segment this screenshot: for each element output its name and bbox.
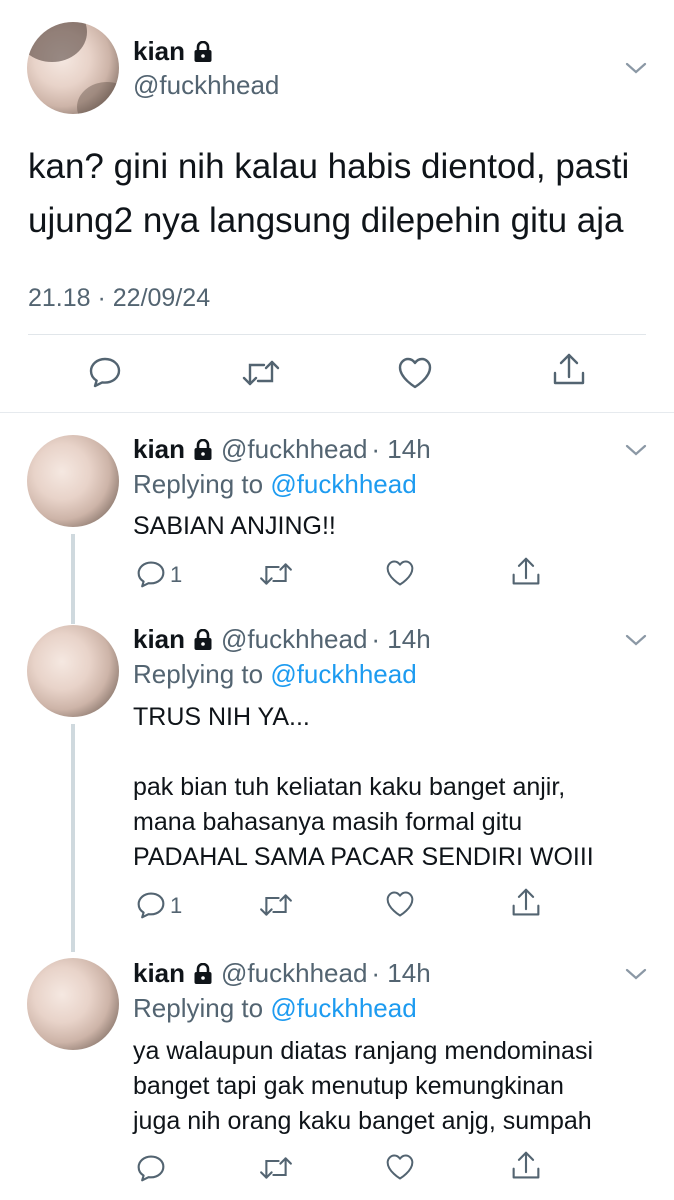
tweet-text-line: banget tapi gak menutup kemungkinan (133, 1072, 564, 1100)
reply-tweet[interactable]: kian @fuckhhead · 14h Replying to @fuckh… (0, 412, 674, 624)
tweet-text-line: PADAHAL SAMA PACAR SENDIRI WOIII (133, 843, 594, 871)
replying-to-prefix: Replying to (133, 469, 271, 499)
tweet-text: kan? gini nih kalau habis dientod, pasti… (28, 140, 658, 248)
avatar[interactable] (27, 625, 119, 717)
tweet-text: ya walaupun diatas ranjang mendominasi b… (133, 1034, 653, 1139)
like-icon[interactable] (385, 890, 415, 918)
divider (28, 334, 646, 335)
tweet-text-line (133, 735, 653, 770)
author-handle[interactable]: @fuckhhead (221, 624, 367, 655)
lock-icon (194, 438, 212, 460)
tweet-text-line: juga nih orang kaku banget anjg, sumpah (133, 1107, 592, 1135)
share-icon[interactable] (511, 887, 541, 919)
reply-icon[interactable] (136, 890, 166, 920)
tweet-text-line: ya walaupun diatas ranjang mendominasi (133, 1037, 594, 1065)
replying-to: Replying to @fuckhhead (133, 993, 417, 1024)
author-name-text: kian (133, 36, 186, 66)
thread-line (71, 724, 75, 952)
retweet-icon[interactable] (242, 357, 280, 389)
reply-time[interactable]: · 14h (371, 624, 430, 655)
reply-icon[interactable] (136, 559, 166, 589)
author-handle[interactable]: @fuckhhead (133, 70, 279, 101)
tweet-text-line: kan? gini nih kalau habis dientod, pasti (28, 147, 630, 186)
retweet-icon[interactable] (259, 891, 293, 919)
reply-count: 1 (170, 893, 183, 918)
like-icon[interactable] (397, 356, 433, 390)
like-icon[interactable] (385, 1153, 415, 1181)
reply-header: kian @fuckhhead · 14h (133, 624, 431, 655)
tweet-timestamp[interactable]: 21.18 · 22/09/24 (28, 284, 210, 313)
avatar[interactable] (27, 435, 119, 527)
reply-icon[interactable] (136, 1153, 166, 1183)
chevron-down-icon[interactable] (622, 54, 650, 82)
replying-to-link[interactable]: @fuckhhead (270, 993, 416, 1023)
author-handle[interactable]: @fuckhhead (221, 958, 367, 989)
reply-header: kian @fuckhhead · 14h (133, 434, 431, 465)
retweet-icon[interactable] (259, 560, 293, 588)
lock-icon (194, 40, 212, 62)
replying-to: Replying to @fuckhhead (133, 659, 417, 690)
share-icon[interactable] (511, 556, 541, 588)
reply-header: kian @fuckhhead · 14h (133, 958, 431, 989)
chevron-down-icon[interactable] (622, 436, 650, 464)
lock-icon (194, 962, 212, 984)
reply-icon[interactable] (88, 355, 122, 389)
reply-tweet[interactable]: kian @fuckhhead · 14h Replying to @fuckh… (0, 612, 674, 952)
like-icon[interactable] (385, 559, 415, 587)
tweet-text-line: SABIAN ANJING!! (133, 512, 336, 540)
tweet-text-line: ujung2 nya langsung dilepehin gitu aja (28, 201, 624, 240)
reply-time[interactable]: · 14h (371, 958, 430, 989)
replying-to-link[interactable]: @fuckhhead (270, 659, 416, 689)
replying-to-prefix: Replying to (133, 993, 271, 1023)
replying-to-prefix: Replying to (133, 659, 271, 689)
retweet-icon[interactable] (259, 1154, 293, 1182)
author-name[interactable]: kian (133, 624, 185, 655)
share-icon[interactable] (552, 352, 586, 388)
tweet-text-line: mana bahasanya masih formal gitu (133, 808, 523, 836)
author-name[interactable]: kian (133, 958, 185, 989)
replying-to: Replying to @fuckhhead (133, 469, 417, 500)
author-name[interactable]: kian (133, 434, 185, 465)
avatar[interactable] (27, 22, 119, 114)
chevron-down-icon[interactable] (622, 960, 650, 988)
reply-time[interactable]: · 14h (371, 434, 430, 465)
chevron-down-icon[interactable] (622, 626, 650, 654)
tweet-text: TRUS NIH YA... pak bian tuh keliatan kak… (133, 700, 653, 875)
avatar[interactable] (27, 958, 119, 1050)
reply-count: 1 (170, 562, 183, 587)
tweet-text-line: pak bian tuh keliatan kaku banget anjir, (133, 773, 566, 801)
tweet-text: SABIAN ANJING!! (133, 509, 653, 544)
replying-to-link[interactable]: @fuckhhead (270, 469, 416, 499)
author-handle[interactable]: @fuckhhead (221, 434, 367, 465)
thread-line (71, 534, 75, 624)
tweet-text-line: TRUS NIH YA... (133, 703, 310, 731)
lock-icon (194, 628, 212, 650)
reply-tweet[interactable]: kian @fuckhhead · 14h Replying to @fuckh… (0, 942, 674, 1200)
share-icon[interactable] (511, 1150, 541, 1182)
author-name[interactable]: kian (133, 36, 213, 67)
main-tweet: kian @fuckhhead kan? gini nih kalau habi… (0, 0, 674, 412)
